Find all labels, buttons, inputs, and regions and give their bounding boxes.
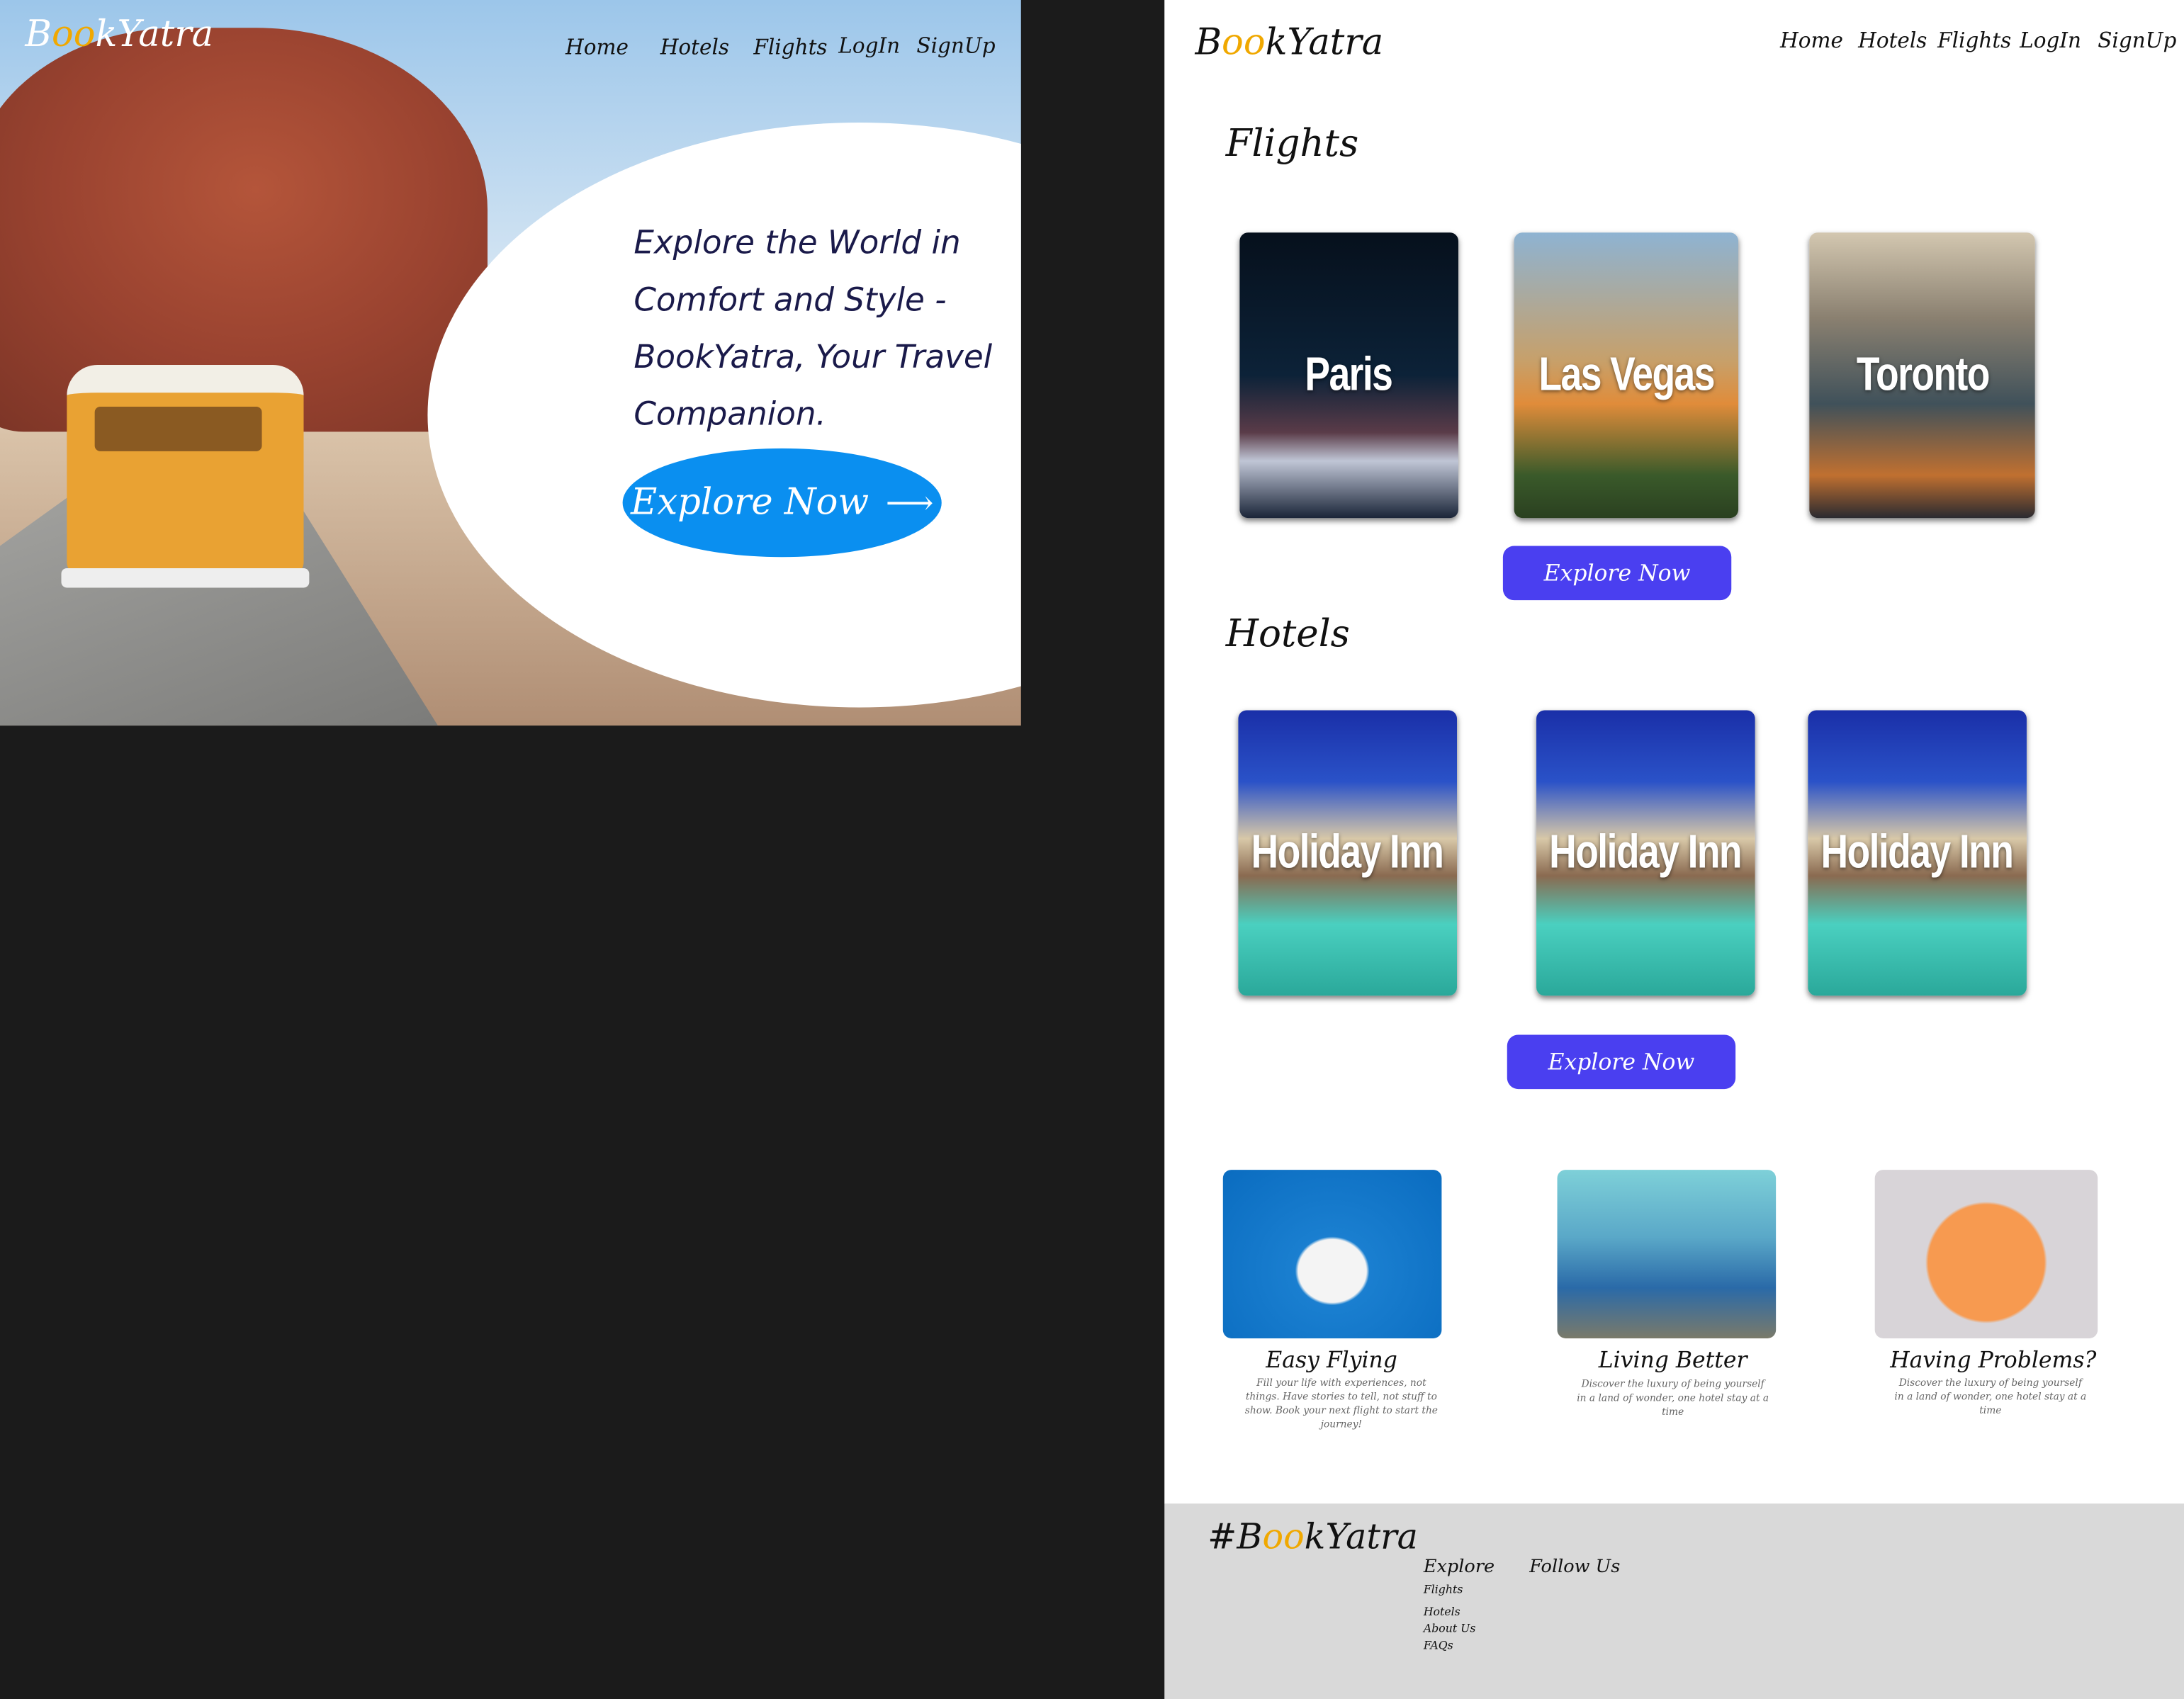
flights-explore-button[interactable]: Explore Now: [1502, 546, 1732, 601]
nav-hotels[interactable]: Hotels: [660, 35, 729, 60]
support-illustration: [1874, 1170, 2098, 1338]
nav-flights[interactable]: Flights: [1937, 28, 2011, 52]
tagline-line: Comfort and Style -: [634, 283, 947, 320]
footer-link-flights[interactable]: Flights: [1424, 1584, 1463, 1596]
logo-text: B: [1237, 1516, 1263, 1557]
nav-login[interactable]: LogIn: [2020, 28, 2081, 52]
footer-link-hotels[interactable]: Hotels: [1424, 1605, 1460, 1618]
nav-home[interactable]: Home: [1780, 28, 1843, 52]
logo-oo: oo: [51, 13, 96, 56]
feature-desc: Discover the luxury of being yourself in…: [1894, 1377, 2087, 1417]
card-title: Toronto: [1856, 348, 1989, 402]
hero-explore-button[interactable]: Explore Now ⟶: [622, 448, 942, 558]
feature-title: Easy Flying: [1266, 1346, 1397, 1374]
logo-oo: oo: [1262, 1516, 1305, 1557]
card-title: Holiday Inn: [1251, 825, 1444, 879]
van-image: [61, 364, 310, 588]
flight-card-paris[interactable]: Paris: [1239, 232, 1458, 519]
card-title: Las Vegas: [1538, 348, 1715, 402]
arrow-right-icon: ⟶: [885, 483, 934, 523]
nav-flights[interactable]: Flights: [753, 35, 827, 60]
hero-panel: BookYatra Home Hotels Flights LogIn Sign…: [0, 0, 1021, 726]
flight-card-las-vegas[interactable]: Las Vegas: [1514, 232, 1739, 519]
hotel-illustration: [1557, 1170, 1777, 1338]
footer-explore-heading: Explore: [1423, 1557, 1495, 1579]
hotels-heading: Hotels: [1225, 612, 1350, 656]
card-title: Holiday Inn: [1821, 825, 2014, 879]
logo-text: B: [25, 13, 52, 56]
card-title: Holiday Inn: [1549, 825, 1743, 879]
hero-tagline: Explore the World in Comfort and Style -…: [634, 216, 1020, 444]
nav-login[interactable]: LogIn: [838, 33, 900, 58]
footer-link-faqs[interactable]: FAQs: [1424, 1639, 1453, 1652]
logo-text: kYatra: [95, 13, 214, 56]
listing-page: BookYatra Home Hotels Flights LogIn Sign…: [1164, 0, 2184, 1504]
flight-card-toronto[interactable]: Toronto: [1809, 232, 2035, 519]
tagline-line: Explore the World in: [634, 225, 961, 262]
tagline-line: BookYatra, Your Travel: [634, 339, 993, 376]
logo-text: #: [1208, 1516, 1237, 1557]
airplane-illustration: [1222, 1170, 1442, 1338]
logo-oo: oo: [1222, 22, 1266, 64]
flights-heading: Flights: [1225, 122, 1359, 166]
card-title: Paris: [1305, 348, 1394, 402]
feature-desc: Fill your life with experiences, not thi…: [1244, 1377, 1438, 1430]
hotel-card[interactable]: Holiday Inn: [1536, 710, 1755, 996]
page-logo[interactable]: BookYatra: [1195, 22, 1383, 64]
footer-link-about[interactable]: About Us: [1424, 1622, 1476, 1635]
footer-logo: #BookYatra: [1208, 1517, 1418, 1557]
button-label: Explore Now: [631, 482, 869, 524]
feature-title: Having Problems?: [1890, 1346, 2097, 1374]
logo-text: kYatra: [1265, 22, 1384, 64]
tagline-line: Companion.: [634, 397, 826, 434]
nav-hotels[interactable]: Hotels: [1858, 28, 1927, 52]
hotel-card[interactable]: Holiday Inn: [1808, 710, 2027, 996]
hotel-card[interactable]: Holiday Inn: [1238, 710, 1458, 996]
nav-home[interactable]: Home: [565, 35, 629, 60]
nav-signup[interactable]: SignUp: [2098, 28, 2176, 52]
hero-logo[interactable]: BookYatra: [25, 14, 213, 56]
footer: #BookYatra Explore Follow Us Flights Hot…: [1164, 1503, 2184, 1699]
feature-title: Living Better: [1598, 1346, 1747, 1374]
logo-text: kYatra: [1304, 1516, 1418, 1557]
hotels-explore-button[interactable]: Explore Now: [1507, 1034, 1736, 1090]
footer-follow-heading: Follow Us: [1529, 1557, 1621, 1579]
feature-desc: Discover the luxury of being yourself in…: [1577, 1378, 1769, 1418]
logo-text: B: [1195, 22, 1222, 64]
nav-signup[interactable]: SignUp: [916, 33, 995, 58]
